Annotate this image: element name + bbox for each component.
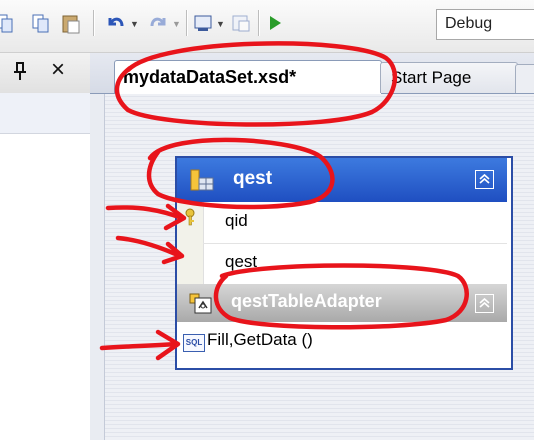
chevron-down-icon[interactable]: ▼ xyxy=(172,19,181,29)
left-dock-item[interactable] xyxy=(0,93,90,134)
tab-partial[interactable] xyxy=(515,64,534,93)
column-name: qid xyxy=(225,211,248,230)
tableadapter-name: qestTableAdapter xyxy=(231,291,382,311)
datatable-name: qest xyxy=(233,168,273,189)
collapse-icon[interactable] xyxy=(475,294,494,313)
designer-left-margin xyxy=(90,94,105,440)
datatable-icon xyxy=(190,169,214,191)
undo-icon[interactable] xyxy=(104,12,126,34)
column-row-qid[interactable]: qid xyxy=(203,203,507,243)
configuration-value: Debug xyxy=(445,15,493,32)
copy-icon[interactable] xyxy=(0,12,16,34)
copy-icon[interactable] xyxy=(30,12,52,34)
redo-icon[interactable] xyxy=(148,12,170,34)
column-row-qest[interactable]: qest xyxy=(203,244,507,284)
pin-icon[interactable] xyxy=(12,62,28,82)
query-name: Fill,GetData () xyxy=(207,330,313,349)
tab-label: Start Page xyxy=(391,68,472,87)
tab-label: mydataDataSet.xsd* xyxy=(123,67,297,87)
properties-icon[interactable] xyxy=(230,12,252,34)
close-icon[interactable]: × xyxy=(51,56,65,84)
paste-icon[interactable] xyxy=(60,12,82,34)
primary-key-icon xyxy=(185,208,195,226)
chevron-down-icon[interactable]: ▼ xyxy=(216,19,225,29)
tab-start-page[interactable]: Start Page xyxy=(380,62,518,93)
configuration-dropdown[interactable]: Debug xyxy=(436,9,534,40)
collapse-icon[interactable] xyxy=(475,170,494,189)
chevron-down-icon[interactable]: ▼ xyxy=(130,19,139,29)
toolbox-icon[interactable] xyxy=(192,12,214,34)
tableadapter-title-bar[interactable]: qestTableAdapter xyxy=(177,284,507,322)
column-name: qest xyxy=(225,252,258,271)
toolbar: ▼ ▼ ▼ Debug xyxy=(0,0,534,53)
start-debugging-icon[interactable] xyxy=(266,14,284,32)
tableadapter-icon xyxy=(189,293,212,314)
tab-dataset-xsd[interactable]: mydataDataSet.xsd* xyxy=(114,60,382,95)
datatable-title-bar[interactable]: qest xyxy=(177,158,507,202)
query-row-fill-getdata[interactable]: SQL Fill,GetData () xyxy=(177,322,507,362)
sql-query-icon: SQL xyxy=(183,334,205,352)
